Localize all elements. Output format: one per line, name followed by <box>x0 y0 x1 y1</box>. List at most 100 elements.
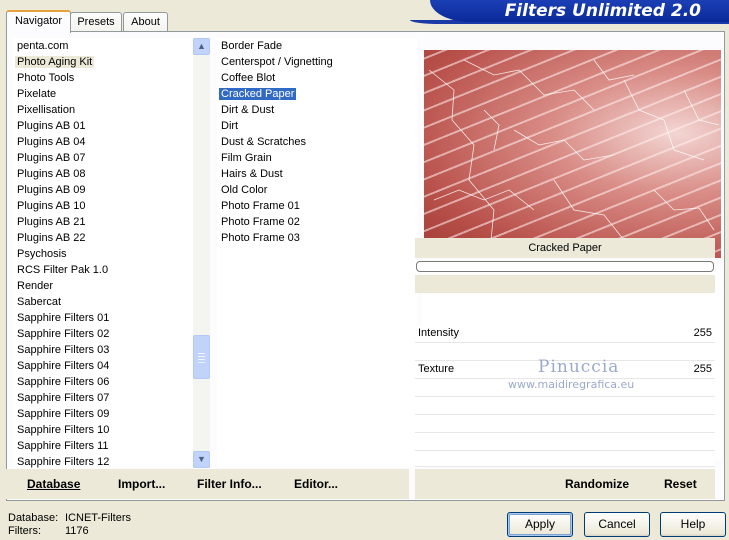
list-item-label: Sapphire Filters 07 <box>17 392 110 404</box>
reset-button[interactable]: Reset <box>664 477 697 491</box>
list-item-label: Plugins AB 21 <box>17 216 86 228</box>
list-item-label: Sapphire Filters 12 <box>17 456 110 468</box>
app-title-banner: Filters Unlimited 2.0 <box>430 0 729 22</box>
category-item[interactable]: Plugins AB 08 <box>13 166 193 182</box>
scroll-down-button[interactable]: ▼ <box>193 451 210 468</box>
category-item[interactable]: Sapphire Filters 04 <box>13 358 193 374</box>
preview-toolbar: Randomize Reset <box>415 469 715 499</box>
category-item[interactable]: Sapphire Filters 02 <box>13 326 193 342</box>
progress-bar <box>416 261 714 272</box>
status-info: Database: ICNET-Filters Filters: 1176 <box>8 512 131 538</box>
category-item[interactable]: Render <box>13 278 193 294</box>
filter-item[interactable]: Cracked Paper <box>217 86 417 102</box>
list-item-label: Pixellisation <box>17 104 76 116</box>
category-item[interactable]: Photo Tools <box>13 70 193 86</box>
tab-about[interactable]: About <box>123 12 168 32</box>
list-item-label: Plugins AB 22 <box>17 232 86 244</box>
filter-item[interactable]: Dust & Scratches <box>217 134 417 150</box>
category-item[interactable]: Plugins AB 22 <box>13 230 193 246</box>
category-item[interactable]: Sapphire Filters 06 <box>13 374 193 390</box>
category-item[interactable]: Pixellisation <box>13 102 193 118</box>
list-item-label: Plugins AB 07 <box>17 152 86 164</box>
category-item[interactable]: Plugins AB 10 <box>13 198 193 214</box>
filter-item[interactable]: Photo Frame 03 <box>217 230 417 246</box>
category-item[interactable]: Photo Aging Kit <box>13 54 193 70</box>
status-database-label: Database: <box>8 512 59 524</box>
param-row-intensity[interactable]: Intensity 255 <box>415 325 715 343</box>
status-filters-label: Filters: <box>8 525 41 537</box>
filter-list[interactable]: Border Fade Centerspot / Vignetting Coffee… <box>217 38 417 468</box>
param-row-empty <box>415 451 715 467</box>
list-item-label: Plugins AB 10 <box>17 200 86 212</box>
list-item-label: RCS Filter Pak 1.0 <box>17 264 109 276</box>
category-item[interactable]: penta.com <box>13 38 193 54</box>
category-item[interactable]: RCS Filter Pak 1.0 <box>13 262 193 278</box>
filter-item[interactable]: Photo Frame 02 <box>217 214 417 230</box>
category-item[interactable]: Plugins AB 04 <box>13 134 193 150</box>
scroll-thumb[interactable] <box>193 335 210 379</box>
list-item-label: Photo Frame 03 <box>221 232 300 244</box>
tab-navigator[interactable]: Navigator <box>6 10 71 33</box>
database-button[interactable]: Database <box>27 477 80 491</box>
filter-item[interactable]: Centerspot / Vignetting <box>217 54 417 70</box>
list-item-label: Border Fade <box>221 40 283 52</box>
filter-item[interactable]: Coffee Blot <box>217 70 417 86</box>
cancel-button[interactable]: Cancel <box>584 512 650 537</box>
filter-item[interactable]: Film Grain <box>217 150 417 166</box>
param-label: Texture <box>418 363 455 375</box>
list-item-label: Sapphire Filters 04 <box>17 360 110 372</box>
category-item[interactable]: Plugins AB 09 <box>13 182 193 198</box>
category-item[interactable]: Plugins AB 21 <box>13 214 193 230</box>
list-item-label: Sapphire Filters 09 <box>17 408 110 420</box>
list-item-label: Sapphire Filters 11 <box>17 440 109 452</box>
param-row-empty <box>415 433 715 451</box>
list-item-label: Sapphire Filters 01 <box>17 312 110 324</box>
filter-item[interactable]: Dirt & Dust <box>217 102 417 118</box>
list-item-label: Sapphire Filters 10 <box>17 424 110 436</box>
list-item-label: Hairs & Dust <box>221 168 283 180</box>
randomize-button[interactable]: Randomize <box>565 477 629 491</box>
editor-button[interactable]: Editor... <box>294 477 338 491</box>
filter-item[interactable]: Photo Frame 01 <box>217 198 417 214</box>
tab-presets[interactable]: Presets <box>70 12 122 32</box>
param-value: 255 <box>693 327 712 339</box>
filter-info-button[interactable]: Filter Info... <box>197 477 262 491</box>
category-item[interactable]: Sapphire Filters 03 <box>13 342 193 358</box>
filter-item[interactable]: Dirt <box>217 118 417 134</box>
category-item[interactable]: Sapphire Filters 10 <box>13 422 193 438</box>
category-item[interactable]: Plugins AB 07 <box>13 150 193 166</box>
import-button[interactable]: Import... <box>118 477 165 491</box>
list-item-label: penta.com <box>17 40 69 52</box>
list-item-label: Dust & Scratches <box>221 136 306 148</box>
category-item[interactable]: Sapphire Filters 09 <box>13 406 193 422</box>
list-item-label: Photo Frame 01 <box>221 200 300 212</box>
category-item[interactable]: Sapphire Filters 07 <box>13 390 193 406</box>
status-filters-value: 1176 <box>65 525 89 537</box>
list-item-label: Sapphire Filters 06 <box>17 376 110 388</box>
help-button[interactable]: Help <box>660 512 726 537</box>
filter-item[interactable]: Border Fade <box>217 38 417 54</box>
list-item-label: Photo Frame 02 <box>221 216 300 228</box>
list-item-label: Dirt <box>221 120 239 132</box>
preview-filter-name: Cracked Paper <box>415 238 715 258</box>
category-item[interactable]: Pixelate <box>13 86 193 102</box>
list-item-label: Psychosis <box>17 248 67 260</box>
apply-button[interactable]: Apply <box>507 512 573 537</box>
list-item-label: Centerspot / Vignetting <box>221 56 333 68</box>
list-item-label: Photo Tools <box>17 72 75 84</box>
category-item[interactable]: Plugins AB 01 <box>13 118 193 134</box>
watermark-title: Pinuccia <box>538 357 620 377</box>
category-item[interactable]: Psychosis <box>13 246 193 262</box>
category-list[interactable]: penta.com Photo Aging Kit Photo Tools Pixel… <box>13 38 193 468</box>
category-item[interactable]: Sapphire Filters 11 <box>13 438 193 454</box>
watermark-url: www.maidiregrafica.eu <box>508 378 635 391</box>
filter-item[interactable]: Old Color <box>217 182 417 198</box>
filter-item[interactable]: Hairs & Dust <box>217 166 417 182</box>
category-scrollbar[interactable]: ▲ ▼ <box>193 38 210 468</box>
category-item[interactable]: Sapphire Filters 12 <box>13 454 193 468</box>
param-row-empty <box>415 415 715 433</box>
category-item[interactable]: Sapphire Filters 01 <box>13 310 193 326</box>
category-item[interactable]: Sabercat <box>13 294 193 310</box>
scroll-up-button[interactable]: ▲ <box>193 38 210 55</box>
list-item-label: Plugins AB 08 <box>17 168 86 180</box>
